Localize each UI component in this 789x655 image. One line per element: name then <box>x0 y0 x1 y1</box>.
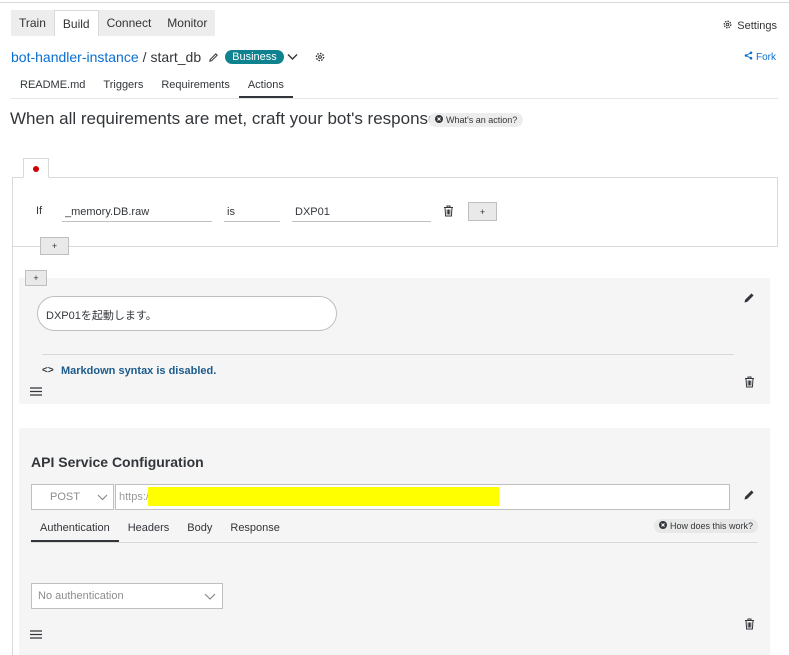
tab-response[interactable]: Response <box>221 518 289 542</box>
tab-body[interactable]: Body <box>178 518 221 542</box>
pencil-icon[interactable] <box>743 489 755 501</box>
status-dot <box>33 166 39 172</box>
drag-handle-icon[interactable] <box>30 387 42 396</box>
pencil-icon[interactable] <box>743 292 755 304</box>
how-does-this-work-label: How does this work? <box>670 521 754 531</box>
tab-readme[interactable]: README.md <box>11 75 94 98</box>
info-icon <box>435 115 443 125</box>
trash-icon[interactable] <box>744 376 755 388</box>
tab-actions[interactable]: Actions <box>238 75 293 98</box>
how-does-this-work-link[interactable]: How does this work? <box>654 519 759 533</box>
tab-build[interactable]: Build <box>53 10 99 36</box>
breadcrumb: bot-handler-instance / start_db Business <box>11 47 326 67</box>
settings-button[interactable]: Settings <box>722 19 777 33</box>
breadcrumb-bot-link[interactable]: bot-handler-instance <box>11 49 139 65</box>
tab-monitor[interactable]: Monitor <box>159 10 215 36</box>
tab-train[interactable]: Train <box>11 10 54 36</box>
http-method-select[interactable]: POST <box>31 484 114 510</box>
message-divider <box>42 354 734 355</box>
authentication-value: No authentication <box>38 590 124 602</box>
chevron-down-icon <box>97 491 108 506</box>
gear-icon[interactable] <box>314 51 326 63</box>
status-badge: Business <box>225 50 284 64</box>
nav-tabs: Train Build Connect Monitor <box>11 10 216 36</box>
info-icon <box>659 521 667 531</box>
http-method-value: POST <box>50 491 80 503</box>
tab-headers[interactable]: Headers <box>119 518 179 542</box>
breadcrumb-skill-name: start_db <box>150 49 202 65</box>
code-icon: <> <box>42 365 54 376</box>
condition-operator-field[interactable] <box>224 202 280 222</box>
api-tabs: Authentication Headers Body Response <box>31 518 758 543</box>
fork-button[interactable]: Fork <box>744 51 776 63</box>
condition-variable-field[interactable] <box>62 202 212 222</box>
trash-icon[interactable] <box>744 618 755 630</box>
page-heading: When all requirements are met, craft you… <box>10 109 438 128</box>
condition-value-field[interactable] <box>292 202 431 222</box>
fork-label: Fork <box>756 51 776 63</box>
markdown-status[interactable]: Markdown syntax is disabled. <box>61 365 216 377</box>
tab-requirements[interactable]: Requirements <box>152 75 238 98</box>
pencil-icon[interactable] <box>208 52 219 63</box>
chevron-down-icon[interactable] <box>287 53 298 61</box>
gear-icon <box>722 19 733 33</box>
if-label: If <box>36 205 43 217</box>
breadcrumb-separator: / <box>142 49 147 65</box>
add-condition-button[interactable]: + <box>468 202 497 221</box>
tab-connect[interactable]: Connect <box>99 10 160 36</box>
condition-border <box>12 247 13 655</box>
tab-triggers[interactable]: Triggers <box>94 75 152 98</box>
drag-handle-icon[interactable] <box>30 630 42 639</box>
authentication-select[interactable]: No authentication <box>31 583 223 609</box>
settings-label: Settings <box>737 20 777 32</box>
skill-tabs: README.md Triggers Requirements Actions <box>11 75 778 99</box>
tab-authentication[interactable]: Authentication <box>31 518 119 542</box>
redaction-highlight <box>148 487 499 506</box>
chevron-down-icon <box>204 590 216 605</box>
whats-an-action-label: What's an action? <box>446 115 518 125</box>
add-condition-group-button[interactable]: + <box>40 237 69 255</box>
message-bubble[interactable]: DXP01を起動します。 <box>37 296 337 331</box>
api-config-title: API Service Configuration <box>31 454 204 470</box>
fork-icon <box>744 51 753 63</box>
add-action-button[interactable]: + <box>25 270 47 286</box>
whats-an-action-link[interactable]: What's an action? <box>429 113 524 127</box>
trash-icon[interactable] <box>443 205 454 217</box>
